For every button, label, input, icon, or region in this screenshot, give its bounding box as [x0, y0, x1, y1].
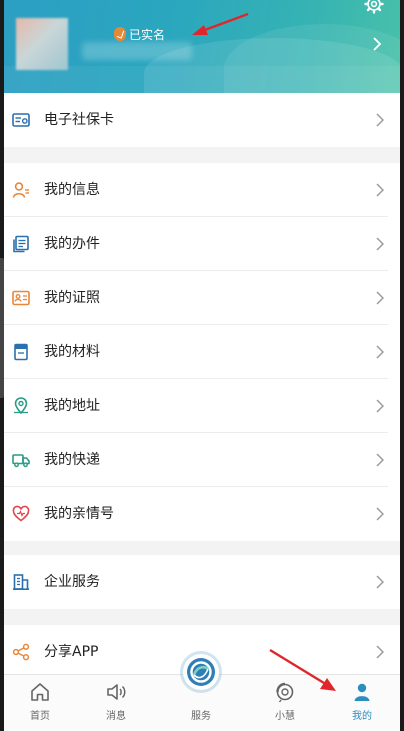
materials-icon: [14, 343, 28, 361]
home-icon: [31, 683, 49, 701]
menu-item-my-licenses[interactable]: 我的证照: [4, 271, 400, 325]
chevron-right-icon: [376, 291, 384, 305]
avatar[interactable]: [16, 18, 68, 70]
building-icon: [13, 574, 29, 591]
menu-item-social-card[interactable]: 电子社保卡: [4, 93, 400, 147]
service-center-button[interactable]: [183, 654, 219, 690]
menu-item-label: 电子社保卡: [44, 112, 114, 128]
share-icon: [12, 643, 30, 661]
chevron-right-icon: [376, 345, 384, 359]
tab-assistant[interactable]: 小慧: [255, 675, 315, 731]
chevron-right-icon: [376, 645, 384, 659]
menu-item-label: 企业服务: [44, 574, 100, 590]
menu-item-my-info[interactable]: 我的信息: [4, 163, 400, 217]
truck-icon: [12, 454, 30, 468]
menu-item-my-materials[interactable]: 我的材料: [4, 325, 400, 379]
menu-item-label: 我的信息: [44, 182, 100, 198]
chevron-right-icon: [376, 453, 384, 467]
section-enterprise: 企业服务: [4, 555, 400, 609]
tab-label: 服务: [191, 711, 211, 722]
menu-item-label: 我的证照: [44, 290, 100, 306]
profile-screen: 已实名 电子社保卡 我的信息 我的办件 我的证照 我的材料 我的地址 我的快递 …: [4, 0, 400, 731]
location-icon: [14, 397, 28, 415]
gear-icon[interactable]: [364, 0, 384, 14]
profile-icon: [354, 683, 370, 701]
menu-item-my-address[interactable]: 我的地址: [4, 379, 400, 433]
heart-icon: [12, 505, 30, 522]
menu-item-label: 分享APP: [44, 644, 99, 660]
tab-label: 首页: [30, 711, 50, 722]
section-card: 电子社保卡: [4, 93, 400, 147]
menu-item-my-express[interactable]: 我的快递: [4, 433, 400, 487]
user-info-icon: [12, 182, 29, 198]
chevron-right-icon: [376, 575, 384, 589]
menu-item-label: 我的办件: [44, 236, 100, 252]
license-icon: [12, 290, 30, 306]
documents-icon: [13, 235, 29, 253]
tab-label: 消息: [106, 711, 126, 722]
speaker-icon: [107, 684, 126, 700]
menu-item-label: 我的地址: [44, 398, 100, 414]
service-logo-icon: [187, 658, 215, 686]
menu-item-enterprise-service[interactable]: 企业服务: [4, 555, 400, 609]
verified-icon: [114, 27, 126, 41]
tab-profile[interactable]: 我的: [332, 675, 392, 731]
menu-item-label: 我的材料: [44, 344, 100, 360]
chevron-right-icon: [376, 399, 384, 413]
menu-item-label: 我的快递: [44, 452, 100, 468]
chevron-right-icon[interactable]: [372, 37, 382, 51]
menu-item-my-cases[interactable]: 我的办件: [4, 217, 400, 271]
tab-label: 小慧: [275, 711, 295, 722]
verified-label: 已实名: [129, 27, 166, 42]
tab-home[interactable]: 首页: [10, 675, 70, 731]
assistant-icon: [276, 682, 294, 703]
menu-item-label: 我的亲情号: [44, 506, 114, 522]
chevron-right-icon: [376, 113, 384, 127]
social-card-icon: [12, 113, 30, 127]
banner-decoration: [4, 66, 400, 93]
verified-badge: 已实名: [114, 26, 165, 42]
tab-messages[interactable]: 消息: [86, 675, 146, 731]
section-personal: 我的信息 我的办件 我的证照 我的材料 我的地址 我的快递 我的亲情号: [4, 163, 400, 541]
menu-item-family-number[interactable]: 我的亲情号: [4, 487, 400, 541]
chevron-right-icon: [376, 183, 384, 197]
chevron-right-icon: [376, 507, 384, 521]
chevron-right-icon: [376, 237, 384, 251]
profile-header[interactable]: 已实名: [4, 0, 400, 93]
tab-label: 我的: [352, 711, 372, 722]
user-name-redacted: [82, 42, 192, 60]
